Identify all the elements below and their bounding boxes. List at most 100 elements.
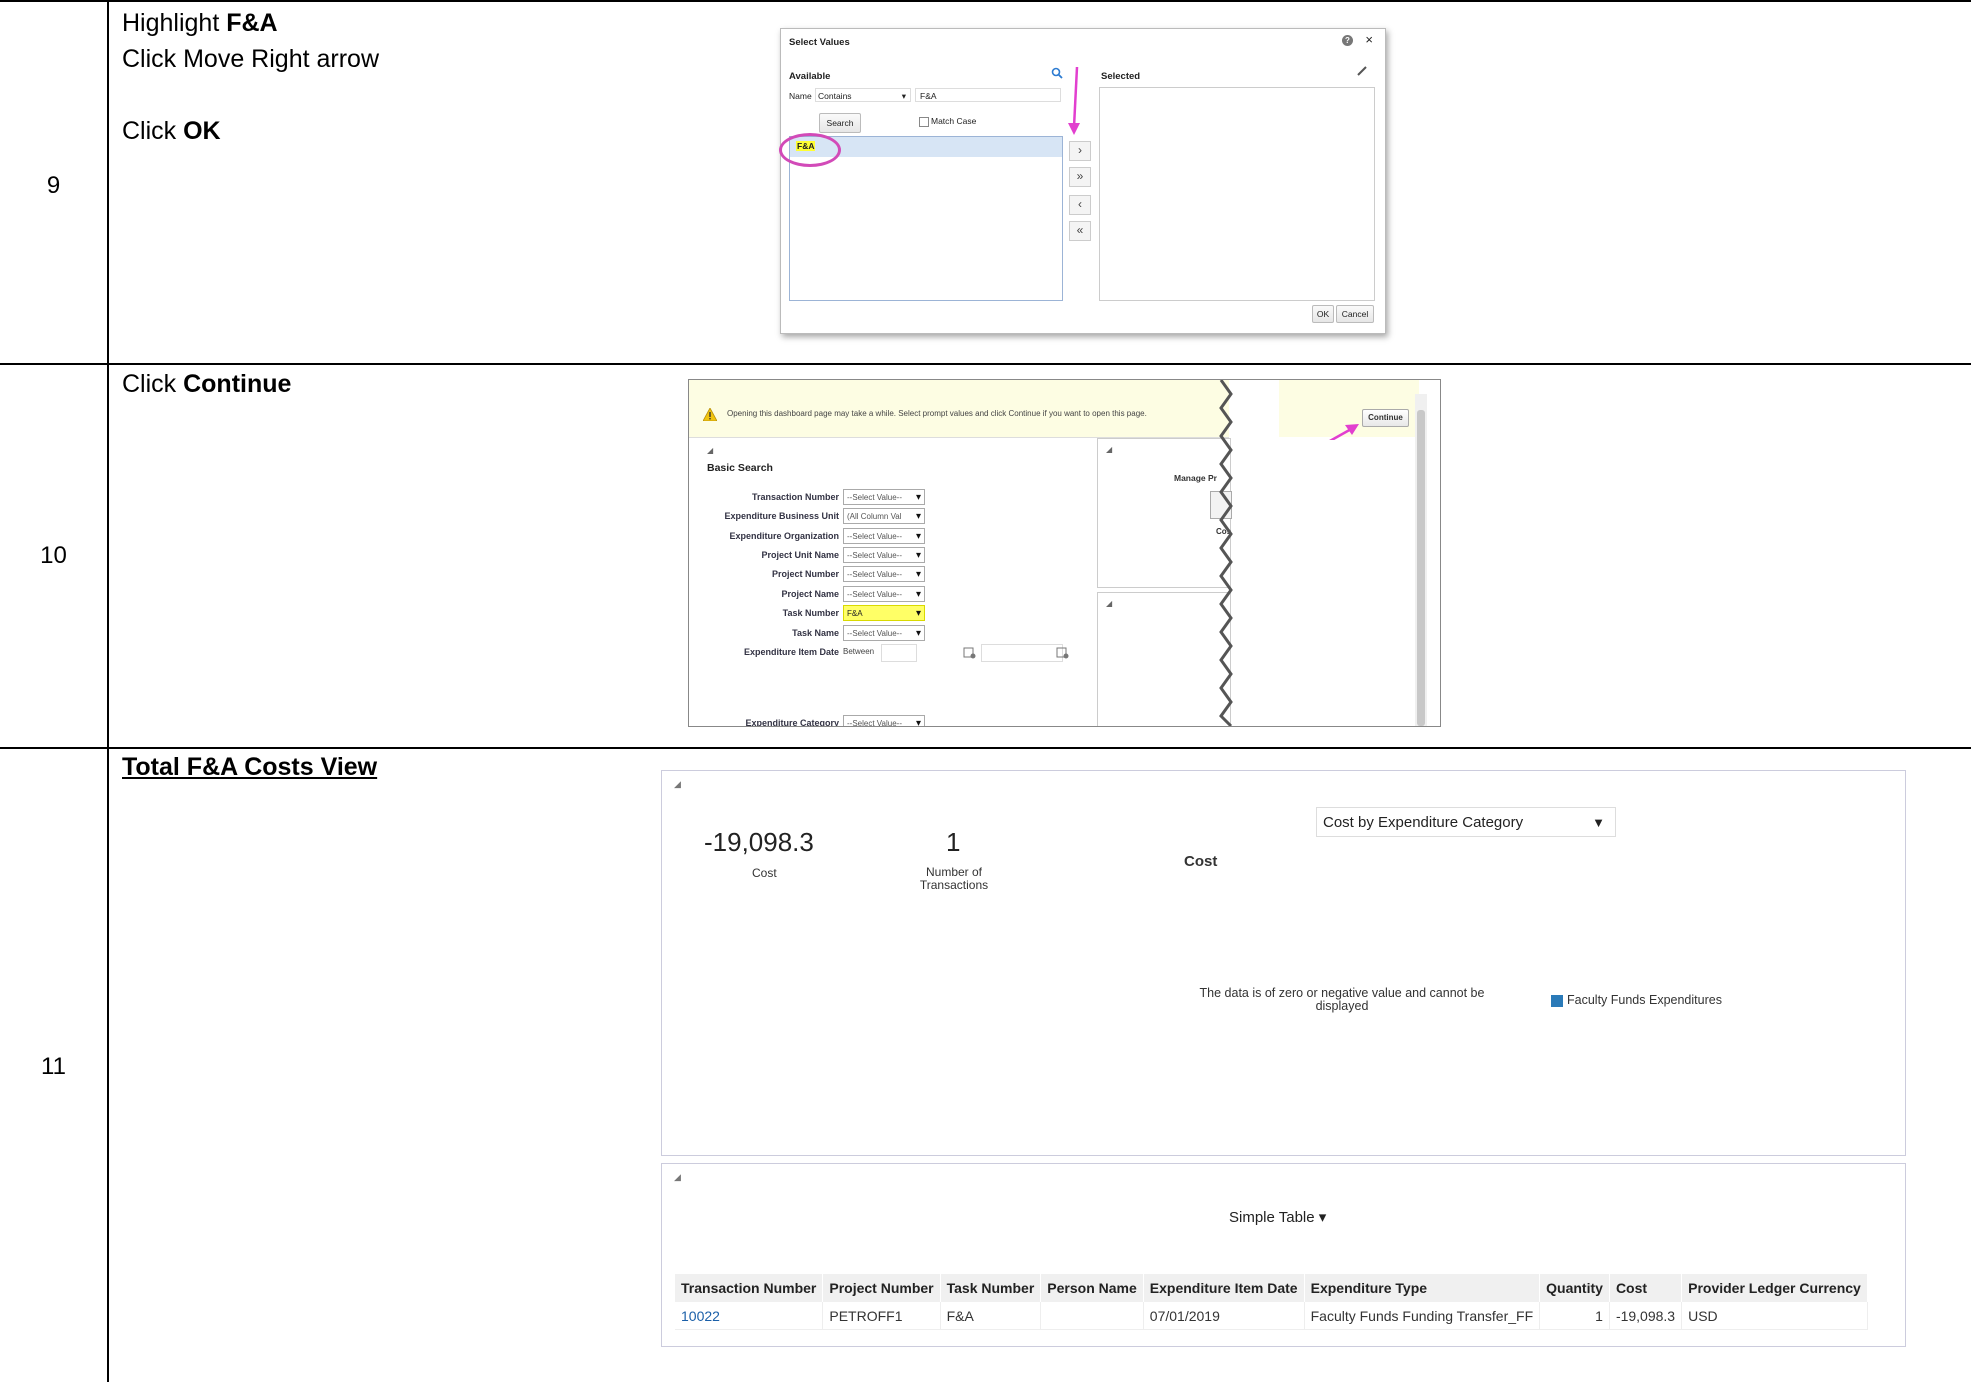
- warning-text: Opening this dashboard page may take a w…: [727, 409, 1147, 418]
- match-case-checkbox[interactable]: [919, 117, 929, 127]
- project-number-select[interactable]: --Select Value--: [843, 566, 925, 583]
- field-label: Project Name: [781, 589, 839, 599]
- collapse-icon[interactable]: ◢: [707, 446, 713, 455]
- step-instructions: Highlight F&A Click Move Right arrow Cli…: [122, 5, 379, 149]
- field-label: Expenditure Business Unit: [724, 511, 839, 521]
- step-number: 9: [46, 172, 61, 199]
- highlight-circle: [779, 133, 841, 167]
- move-all-right-button[interactable]: »: [1069, 167, 1091, 187]
- step-instructions: Click Continue: [122, 370, 292, 398]
- results-table: Transaction Number Project Number Task N…: [675, 1274, 1868, 1330]
- form-row: Project Number: [689, 566, 839, 582]
- close-icon[interactable]: ×: [1365, 32, 1373, 47]
- available-label: Available: [789, 71, 831, 82]
- selected-list[interactable]: [1099, 87, 1375, 301]
- task-number-select[interactable]: F&A: [843, 605, 925, 622]
- transaction-number-link[interactable]: 10022: [675, 1302, 824, 1330]
- form-row: Project Name: [689, 586, 839, 602]
- cost-value: -19,098.3: [704, 827, 814, 857]
- table-cell: -19,098.3: [1609, 1302, 1683, 1330]
- search-icon[interactable]: [1051, 67, 1063, 79]
- table-cell: PETROFF1: [822, 1302, 941, 1330]
- torn-edge: [1219, 380, 1233, 726]
- cancel-button[interactable]: Cancel: [1336, 305, 1374, 323]
- table-header-row: Transaction Number Project Number Task N…: [675, 1274, 1868, 1302]
- chart-title: Cost: [1184, 853, 1218, 870]
- organization-select[interactable]: --Select Value--: [843, 528, 925, 545]
- field-label: Expenditure Organization: [729, 531, 839, 541]
- form-row: Expenditure Organization: [689, 528, 839, 544]
- column-header[interactable]: Transaction Number: [675, 1274, 824, 1302]
- step-number: 11: [41, 1053, 66, 1080]
- ok-button[interactable]: OK: [1312, 305, 1334, 323]
- transaction-number-select[interactable]: --Select Value--: [843, 489, 925, 506]
- calendar-icon[interactable]: [1056, 646, 1069, 659]
- table-row: 10022 PETROFF1 F&A 07/01/2019 Faculty Fu…: [675, 1302, 1868, 1330]
- task-name-select[interactable]: --Select Value--: [843, 625, 925, 642]
- operator-select[interactable]: Contains ▾: [815, 88, 911, 102]
- summary-panel: ◢ -19,098.3 Cost 1 Number of Transaction…: [661, 770, 1906, 1156]
- expenditure-category-select[interactable]: --Select Value--: [843, 715, 925, 726]
- collapse-icon[interactable]: ◢: [674, 779, 681, 790]
- blank-area: [1235, 440, 1415, 726]
- column-header[interactable]: Task Number: [940, 1274, 1042, 1302]
- instruction-line: Click Move Right arrow: [122, 45, 380, 73]
- form-row: Expenditure Business Unit: [689, 508, 839, 524]
- form-row: Project Unit Name: [689, 547, 839, 563]
- row-divider-9-10: [0, 363, 1971, 365]
- column-header[interactable]: Quantity: [1539, 1274, 1610, 1302]
- field-label: Project Unit Name: [761, 550, 839, 560]
- chart-view-select[interactable]: Cost by Expenditure Category ▼: [1316, 807, 1616, 837]
- table-cell: 07/01/2019: [1143, 1302, 1305, 1330]
- form-row: Expenditure Category: [689, 715, 839, 727]
- name-label: Name: [789, 91, 812, 101]
- table-cell: Faculty Funds Funding Transfer_FF: [1304, 1302, 1541, 1330]
- column-divider: [107, 0, 109, 1382]
- table-cell: [1040, 1302, 1144, 1330]
- step-number: 10: [40, 542, 67, 569]
- start-date-input[interactable]: [881, 644, 917, 662]
- column-header[interactable]: Expenditure Type: [1304, 1274, 1541, 1302]
- scrollbar-thumb[interactable]: [1417, 410, 1425, 726]
- manage-label: Manage Pr: [1174, 473, 1217, 483]
- field-label: Expenditure Item Date: [743, 647, 839, 657]
- end-date-input[interactable]: [981, 644, 1063, 662]
- calendar-icon[interactable]: [963, 646, 976, 659]
- warning-icon: [703, 408, 717, 421]
- project-name-select[interactable]: --Select Value--: [843, 586, 925, 603]
- field-label: Task Number: [782, 608, 839, 618]
- field-label: Project Number: [771, 569, 839, 579]
- column-header[interactable]: Project Number: [822, 1274, 941, 1302]
- continue-button[interactable]: Continue: [1362, 409, 1409, 427]
- column-header[interactable]: Expenditure Item Date: [1143, 1274, 1305, 1302]
- move-left-button[interactable]: ‹: [1069, 195, 1091, 215]
- search-input[interactable]: F&A: [915, 88, 1061, 102]
- pink-arrow-icon: [1068, 66, 1080, 135]
- collapse-icon[interactable]: ◢: [674, 1172, 681, 1183]
- column-header[interactable]: Cost: [1609, 1274, 1683, 1302]
- form-row: Expenditure Item Date: [689, 644, 839, 660]
- form-row: Transaction Number: [689, 489, 839, 505]
- form-row: Task Number: [689, 605, 839, 621]
- dashboard-screenshot: Opening this dashboard page may take a w…: [688, 379, 1441, 727]
- instruction-line: Highlight F&A: [122, 9, 278, 37]
- legend-label: Faculty Funds Expenditures: [1567, 993, 1722, 1007]
- column-header[interactable]: Person Name: [1040, 1274, 1144, 1302]
- table-cell: USD: [1681, 1302, 1868, 1330]
- transactions-value: 1: [946, 827, 961, 857]
- move-right-button[interactable]: ›: [1069, 141, 1091, 161]
- business-unit-select[interactable]: (All Column Val: [843, 508, 925, 525]
- no-data-message: The data is of zero or negative value an…: [1199, 986, 1485, 1013]
- table-view-select[interactable]: Simple Table ▾: [1229, 1208, 1326, 1226]
- column-header[interactable]: Provider Ledger Currency: [1681, 1274, 1868, 1302]
- field-label: Expenditure Category: [745, 718, 839, 727]
- project-unit-select[interactable]: --Select Value--: [843, 547, 925, 564]
- move-all-left-button[interactable]: «: [1069, 221, 1091, 241]
- help-icon[interactable]: ?: [1342, 35, 1353, 46]
- dialog-title: Select Values: [789, 37, 850, 48]
- table-cell: 1: [1539, 1302, 1610, 1330]
- pencil-icon[interactable]: [1356, 65, 1368, 77]
- search-button[interactable]: Search: [819, 113, 861, 133]
- transactions-label: Number of Transactions: [919, 865, 989, 892]
- field-label: Transaction Number: [751, 492, 839, 502]
